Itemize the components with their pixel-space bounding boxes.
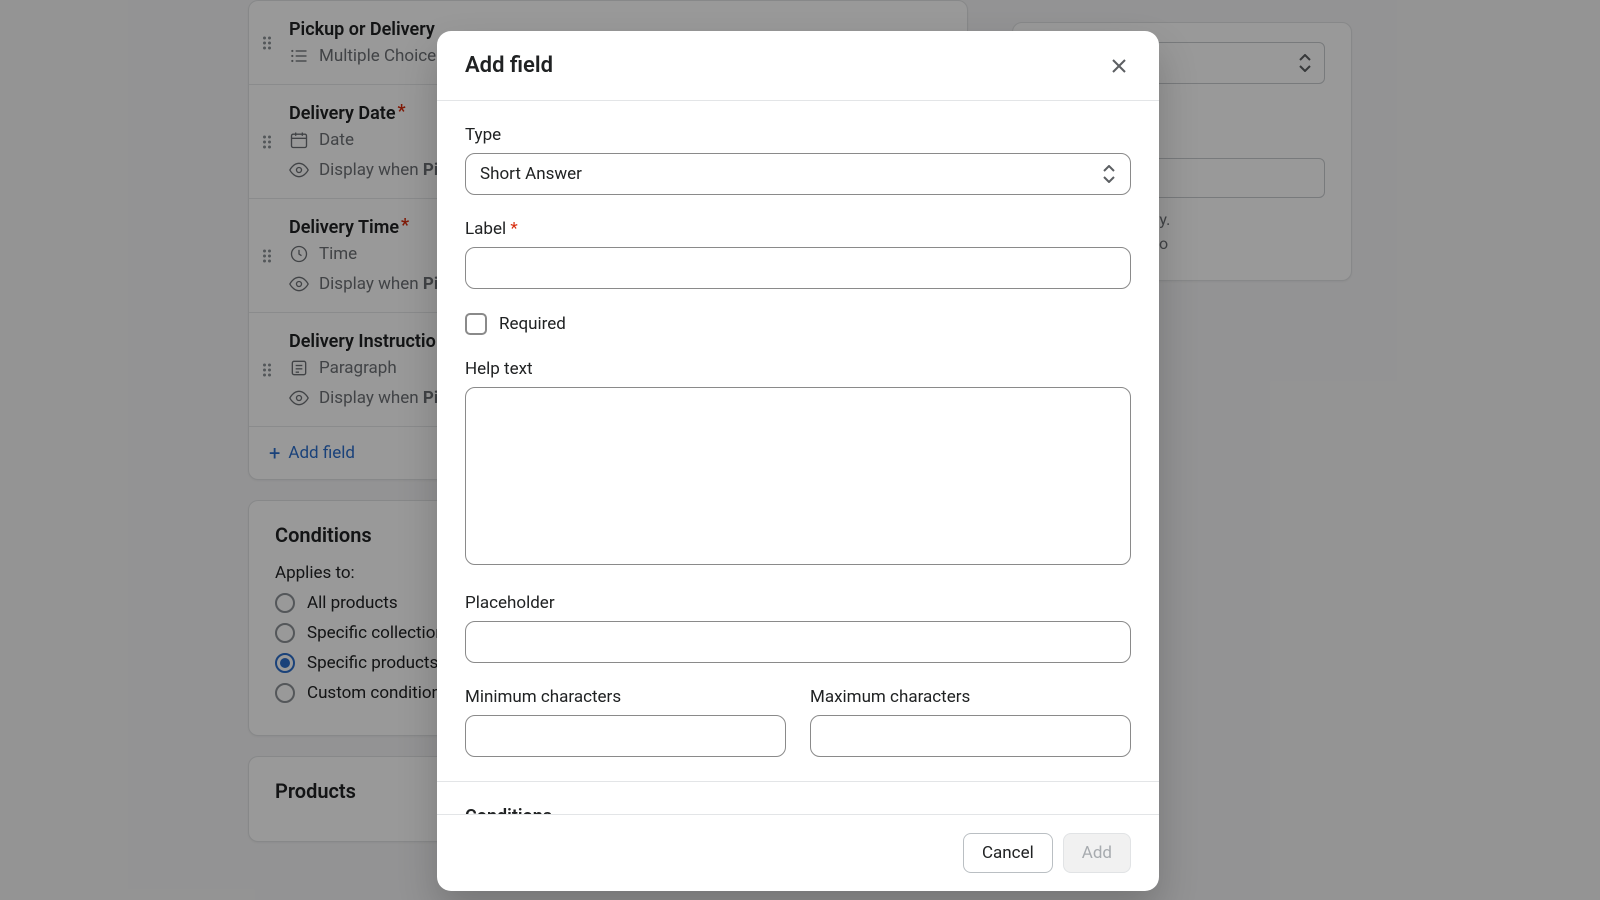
chevron-updown-icon <box>1102 165 1116 183</box>
required-checkbox-row[interactable]: Required <box>465 313 1131 335</box>
label-label: Label * <box>465 219 1131 239</box>
label-input[interactable] <box>465 247 1131 289</box>
min-chars-label: Minimum characters <box>465 687 786 707</box>
add-button[interactable]: Add <box>1063 833 1131 873</box>
checkbox-icon <box>465 313 487 335</box>
add-field-modal: Add field Type Short Answer Label * <box>437 31 1159 891</box>
cancel-button[interactable]: Cancel <box>963 833 1053 873</box>
type-label: Type <box>465 125 1131 145</box>
help-text-textarea[interactable] <box>465 387 1131 565</box>
required-star-icon: * <box>510 219 517 239</box>
conditions-heading: Conditions <box>465 806 1131 814</box>
help-text-label: Help text <box>465 359 1131 379</box>
modal-header: Add field <box>437 31 1159 101</box>
max-chars-label: Maximum characters <box>810 687 1131 707</box>
type-select-value: Short Answer <box>480 164 582 184</box>
max-chars-input[interactable] <box>810 715 1131 757</box>
modal-body: Type Short Answer Label * Required Help … <box>437 101 1159 814</box>
modal-footer: Cancel Add <box>437 814 1159 891</box>
section-divider <box>437 781 1159 782</box>
placeholder-label: Placeholder <box>465 593 1131 613</box>
required-checkbox-label: Required <box>499 314 566 334</box>
placeholder-input[interactable] <box>465 621 1131 663</box>
close-icon <box>1111 58 1127 74</box>
modal-title: Add field <box>465 53 553 78</box>
min-chars-input[interactable] <box>465 715 786 757</box>
type-select[interactable]: Short Answer <box>465 153 1131 195</box>
close-button[interactable] <box>1107 54 1131 78</box>
